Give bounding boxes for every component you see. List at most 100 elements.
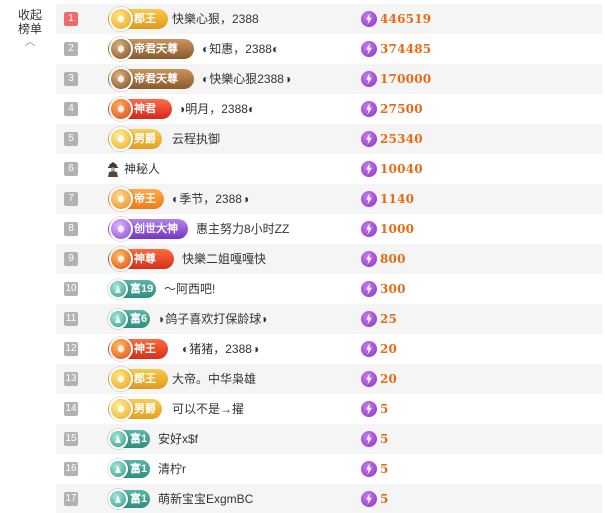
badge-emblem-icon (109, 7, 133, 31)
leaderboard-row[interactable]: 13 郡王 大帝。中华枭雄 20 (56, 364, 602, 394)
rank-number: 16 (64, 462, 78, 476)
badge-label: 帝君天尊 (134, 73, 178, 85)
user-name[interactable]: 可以不是→擢 (172, 394, 244, 424)
rank-title-badge: 男爵 (108, 127, 162, 151)
leaderboard-row[interactable]: 9 神尊 快樂二姐嘎嘎快 800 (56, 244, 602, 274)
collapse-leaderboard-button[interactable]: 收起榜单 ︿ (12, 8, 48, 48)
lightning-icon (361, 161, 377, 177)
user-name[interactable]: 清柠r (158, 454, 186, 484)
user-name[interactable]: 快樂心狠，2388 (172, 4, 259, 34)
lightning-icon (361, 251, 377, 267)
points: 1140 (361, 184, 414, 214)
badge-label: 富19 (130, 283, 154, 295)
chevron-up-icon: ︿ (24, 36, 36, 48)
user-name[interactable]: 萌新宝宝ExgmBC (158, 484, 253, 513)
lightning-icon (361, 131, 377, 147)
points-value: 800 (380, 252, 406, 266)
leaderboard-row[interactable]: 16 富1 清柠r 5 (56, 454, 602, 484)
leaderboard-row[interactable]: 7 帝王 ◐季节，2388◑ 1140 (56, 184, 602, 214)
rank-title-badge: 富19 (108, 279, 156, 299)
lightning-icon (361, 401, 377, 417)
badge-label: 富1 (130, 433, 148, 445)
user-name[interactable]: ◐快樂心狠2388◑ (202, 64, 291, 94)
points-value: 27500 (380, 102, 423, 116)
badge-emblem-icon (108, 459, 128, 479)
lightning-icon (361, 11, 377, 27)
badge-emblem-icon (109, 67, 133, 91)
rank-title-badge: 神尊 (108, 247, 174, 271)
leaderboard-row[interactable]: 14 男爵 可以不是→擢 5 (56, 394, 602, 424)
lightning-icon (361, 101, 377, 117)
badge-emblem-icon (108, 429, 128, 449)
rank-title-badge: 富1 (108, 489, 150, 509)
user-name[interactable]: 神秘人 (124, 154, 160, 184)
user-name[interactable]: 云程执御 (172, 124, 220, 154)
user-name[interactable]: ～阿西吧! (164, 274, 215, 304)
badge-label: 创世大神 (134, 223, 178, 235)
rank-number: 1 (64, 12, 78, 26)
lightning-icon (361, 311, 377, 327)
points-value: 5 (380, 492, 389, 506)
mystery-person-icon (108, 162, 118, 177)
leaderboard-row[interactable]: 4 神君 ◑明月，2388◐ 27500 (56, 94, 602, 124)
points: 20 (361, 334, 397, 364)
rank-title-badge: 帝君天尊 (108, 37, 194, 61)
user-name[interactable]: ◑明月，2388◐ (178, 94, 255, 124)
leaderboard-row[interactable]: 5 男爵 云程执御 25340 (56, 124, 602, 154)
leaderboard-row[interactable]: 2 帝君天尊 ◐知惠，2388◐ 374485 (56, 34, 602, 64)
leaderboard-row[interactable]: 10 富19 ～阿西吧! 300 (56, 274, 602, 304)
user-name[interactable]: 惠主努力8小时ZZ (196, 214, 289, 244)
points-value: 1000 (380, 222, 415, 236)
rank-title-badge: 帝王 (108, 187, 164, 211)
rank-title-badge: 帝君天尊 (108, 67, 194, 91)
badge-emblem-icon (109, 97, 133, 121)
rank-number: 7 (64, 192, 78, 206)
rank-number: 4 (64, 102, 78, 116)
leaderboard-row[interactable]: 15 富1 安好x$f 5 (56, 424, 602, 454)
badge-emblem-icon (109, 247, 133, 271)
lightning-icon (361, 431, 377, 447)
points-value: 25340 (380, 132, 423, 146)
badge-label: 神尊 (134, 253, 156, 265)
user-name[interactable]: 快樂二姐嘎嘎快 (182, 244, 266, 274)
points: 5 (361, 424, 389, 454)
points: 20 (361, 364, 397, 394)
rank-title-badge: 富6 (108, 309, 150, 329)
user-name[interactable]: ◐季节，2388◑ (172, 184, 249, 214)
points-value: 446519 (380, 12, 432, 26)
rank-number: 17 (64, 492, 78, 506)
user-name[interactable]: 大帝。中华枭雄 (172, 364, 256, 394)
points-value: 10040 (380, 162, 423, 176)
user-name[interactable]: ◐猪猪，2388◑ (182, 334, 259, 364)
leaderboard-row[interactable]: 17 富1 萌新宝宝ExgmBC 5 (56, 484, 602, 513)
badge-emblem-icon (108, 489, 128, 509)
user-name[interactable]: 安好x$f (158, 424, 198, 454)
rank-number: 3 (64, 72, 78, 86)
user-name[interactable]: ◐知惠，2388◐ (202, 34, 279, 64)
points: 170000 (361, 64, 431, 94)
badge-emblem-icon (108, 309, 128, 329)
leaderboard-row[interactable]: 11 富6 ◗鸽子喜欢打保龄球◗ 25 (56, 304, 602, 334)
leaderboard-row[interactable]: 6 神秘人 10040 (56, 154, 602, 184)
points: 5 (361, 484, 389, 513)
leaderboard-row[interactable]: 8 创世大神 惠主努力8小时ZZ 1000 (56, 214, 602, 244)
badge-label: 男爵 (134, 133, 156, 145)
points: 10040 (361, 154, 423, 184)
badge-label: 神君 (134, 103, 156, 115)
lightning-icon (361, 371, 377, 387)
badge-label: 富6 (130, 313, 148, 325)
user-name[interactable]: ◗鸽子喜欢打保龄球◗ (158, 304, 269, 334)
rank-number: 6 (64, 162, 78, 176)
leaderboard-list: 1 郡王 快樂心狠，2388 446519 2 帝君天尊 ◐知惠，2388◐ 374485 3 帝… (56, 4, 602, 513)
leaderboard-row[interactable]: 12 神王 ◐猪猪，2388◑ 20 (56, 334, 602, 364)
rank-number: 12 (64, 342, 78, 356)
rank-number: 8 (64, 222, 78, 236)
points-value: 5 (380, 432, 389, 446)
leaderboard-row[interactable]: 3 帝君天尊 ◐快樂心狠2388◑ 170000 (56, 64, 602, 94)
rank-title-badge: 富1 (108, 429, 150, 449)
points-value: 20 (380, 372, 398, 386)
leaderboard-row[interactable]: 1 郡王 快樂心狠，2388 446519 (56, 4, 602, 34)
badge-emblem-icon (109, 127, 133, 151)
points-value: 170000 (380, 72, 432, 86)
lightning-icon (361, 41, 377, 57)
